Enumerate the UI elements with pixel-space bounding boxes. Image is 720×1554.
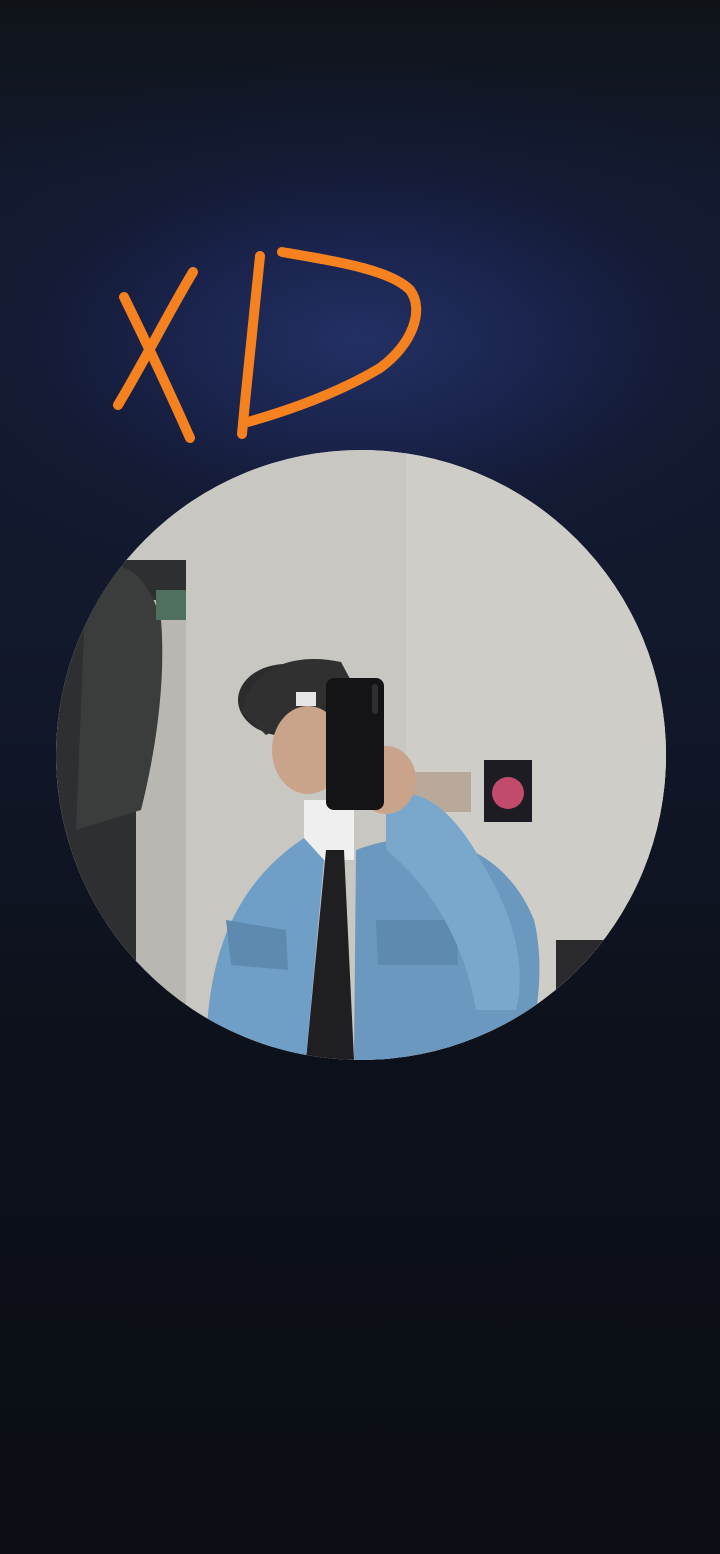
doodle-x-stroke-2 bbox=[113, 267, 198, 410]
xd-doodle bbox=[113, 247, 422, 443]
doodle-d-bowl bbox=[243, 247, 422, 427]
wallpaper-background bbox=[0, 0, 720, 1554]
doodle-d-stem bbox=[237, 251, 265, 439]
profile-photo bbox=[56, 450, 666, 1060]
